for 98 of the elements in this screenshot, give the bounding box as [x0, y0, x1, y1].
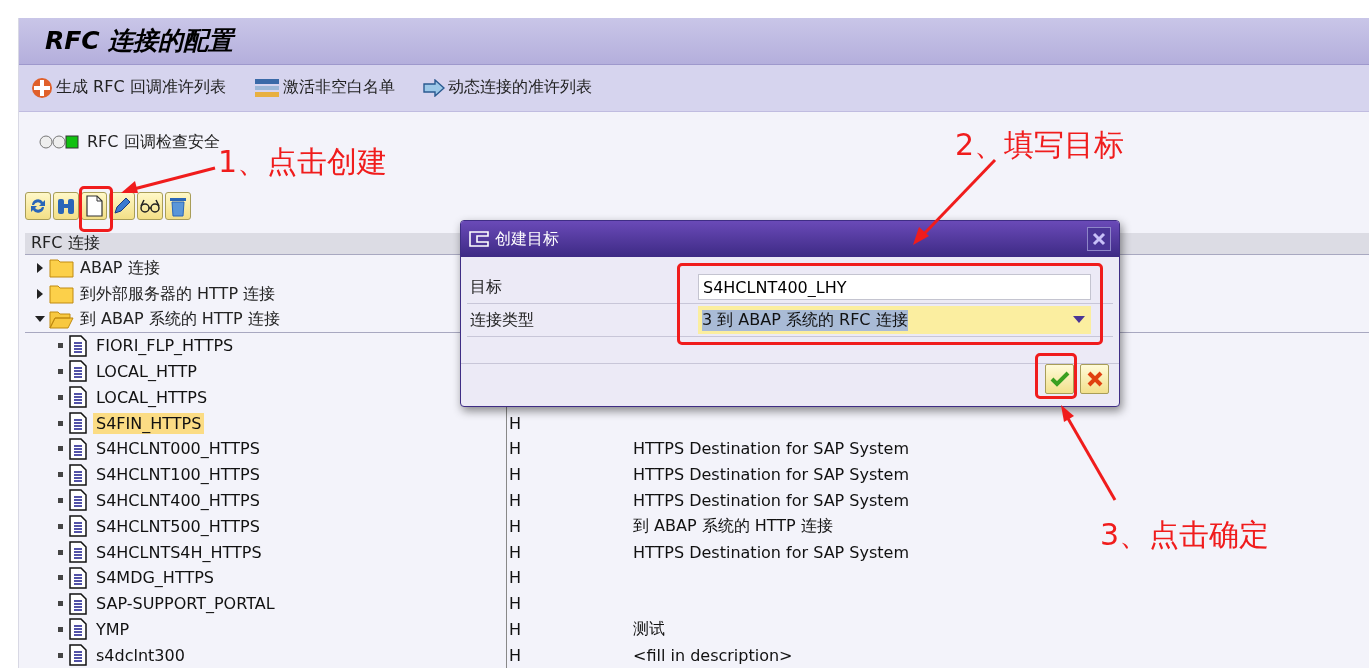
- tree-leaf[interactable]: FIORI_FLP_HTTPS: [93, 335, 237, 357]
- collapsed-icon[interactable]: [35, 263, 45, 274]
- document-icon: [69, 360, 87, 383]
- description-cell: HTTPS Destination for SAP System: [633, 465, 909, 485]
- type-cell: H: [506, 487, 633, 514]
- highlight-frame: [79, 186, 113, 232]
- annotation-text: 2、填写目标: [955, 126, 1125, 164]
- collapsed-icon[interactable]: [35, 289, 45, 300]
- bullet-icon: [58, 601, 63, 607]
- tree-leaf[interactable]: YMP: [93, 618, 133, 640]
- bullet-icon: [58, 575, 63, 581]
- type-cell: H: [506, 435, 633, 462]
- field-label: 连接类型: [469, 309, 535, 331]
- bullet-icon: [58, 497, 63, 503]
- cancel-button[interactable]: [1080, 364, 1109, 394]
- description-cell: 测试: [633, 618, 665, 640]
- tree-leaf[interactable]: S4FIN_HTTPS: [93, 412, 205, 434]
- bullet-icon: [58, 472, 63, 478]
- life-ring-icon: [31, 76, 53, 99]
- bullet-icon: [58, 523, 63, 529]
- annotation-text: 1、点击创建: [218, 144, 388, 181]
- confirm-button[interactable]: [1045, 364, 1074, 394]
- field-label: 目标: [469, 276, 503, 298]
- find-button[interactable]: [53, 192, 79, 221]
- toolbar-action[interactable]: 生成 RFC 回调准许列表: [31, 76, 226, 99]
- bullet-icon: [58, 652, 63, 658]
- bullet-icon: [58, 394, 63, 400]
- page-title: RFC 连接的配置: [45, 25, 234, 58]
- refresh-button[interactable]: [25, 192, 51, 221]
- description-cell: HTTPS Destination for SAP System: [633, 542, 909, 562]
- tree-node[interactable]: 到外部服务器的 HTTP 连接: [80, 283, 276, 305]
- tree-leaf[interactable]: LOCAL_HTTPS: [93, 386, 211, 408]
- type-cell: H: [506, 410, 633, 436]
- check-icon: [1049, 371, 1070, 387]
- description-cell: <fill in description>: [633, 645, 793, 665]
- create-button[interactable]: [81, 192, 107, 221]
- type-cell: H: [506, 513, 633, 540]
- document-icon: [69, 618, 87, 641]
- pencil-icon: [112, 196, 132, 217]
- security-status-text: RFC 回调检查安全: [87, 131, 220, 153]
- delete-button[interactable]: [165, 192, 191, 221]
- glasses-icon: [139, 197, 161, 216]
- bullet-icon: [58, 549, 63, 555]
- document-icon: [69, 489, 87, 512]
- trash-icon: [168, 195, 188, 218]
- type-cell: H: [506, 642, 633, 668]
- arrow-right-icon: [422, 78, 445, 97]
- type-cell: H: [506, 564, 633, 591]
- document-icon: [69, 541, 87, 563]
- folder-icon: [49, 309, 74, 329]
- document-icon: [69, 515, 87, 538]
- type-cell: H: [506, 590, 633, 617]
- close-button[interactable]: [1087, 227, 1111, 251]
- display-button[interactable]: [137, 192, 163, 221]
- bullet-icon: [58, 626, 63, 632]
- description-cell: HTTPS Destination for SAP System: [633, 439, 909, 459]
- create-icon: [469, 231, 489, 247]
- type-cell: H: [506, 616, 633, 643]
- binoculars-icon: [56, 196, 76, 217]
- tree-leaf[interactable]: S4MDG_HTTPS: [93, 567, 217, 589]
- tree-node[interactable]: 到 ABAP 系统的 HTTP 连接: [80, 308, 280, 330]
- bullet-icon: [58, 343, 63, 349]
- tree-leaf[interactable]: S4HCLNT000_HTTPS: [93, 438, 263, 460]
- tree-leaf[interactable]: S4HCLNT100_HTTPS: [93, 464, 263, 486]
- document-icon: [69, 386, 87, 409]
- toolbar-action[interactable]: 激活非空白名单: [253, 77, 395, 99]
- bullet-icon: [58, 446, 63, 452]
- description-cell: 到 ABAP 系统的 HTTP 连接: [633, 515, 833, 537]
- close-icon: [1086, 371, 1103, 387]
- document-icon: [69, 463, 87, 486]
- input-field[interactable]: S4HCLNT400_LHY: [698, 274, 1091, 300]
- tree-leaf[interactable]: SAP-SUPPORT_PORTAL: [93, 593, 278, 615]
- bullet-icon: [58, 368, 63, 374]
- document-icon: [69, 592, 87, 615]
- document-icon: [85, 195, 103, 218]
- description-cell: HTTPS Destination for SAP System: [633, 490, 909, 510]
- caret-icon: [1073, 316, 1085, 324]
- list-icon: [253, 77, 280, 98]
- tree-leaf[interactable]: LOCAL_HTTP: [93, 360, 200, 382]
- dropdown-field[interactable]: 3 到 ABAP 系统的 RFC 连接: [698, 306, 1091, 334]
- tree-leaf[interactable]: S4HCLNT400_HTTPS: [93, 489, 263, 511]
- tree-leaf[interactable]: s4dclnt300: [93, 644, 188, 666]
- tree-node[interactable]: ABAP 连接: [80, 257, 160, 279]
- folder-icon: [49, 258, 74, 278]
- type-cell: H: [506, 461, 633, 488]
- document-icon: [69, 437, 87, 460]
- document-icon: [69, 334, 87, 357]
- folder-icon: [49, 284, 74, 304]
- type-cell: H: [506, 539, 633, 565]
- tree-leaf[interactable]: S4HCLNT500_HTTPS: [93, 515, 263, 537]
- bullet-icon: [58, 420, 63, 426]
- annotation-text: 3、点击确定: [1100, 516, 1270, 554]
- highlight-frame: [1035, 353, 1077, 399]
- close-icon: [1092, 232, 1106, 246]
- tree-leaf[interactable]: S4HCLNTS4H_HTTPS: [93, 541, 265, 563]
- toolbar-action[interactable]: 动态连接的准许列表: [422, 77, 592, 99]
- document-icon: [69, 412, 87, 434]
- document-icon: [69, 566, 87, 589]
